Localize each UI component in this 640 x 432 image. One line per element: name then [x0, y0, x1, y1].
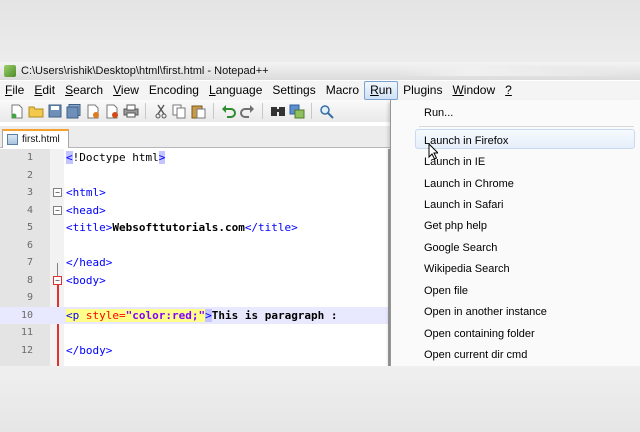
code-text: <head>	[66, 203, 106, 217]
fold-collapse-icon[interactable]: −	[53, 188, 62, 197]
fold-collapse-icon[interactable]: −	[53, 275, 62, 285]
run-menu-item-open-containing-folder[interactable]: Open containing folder	[424, 328, 535, 340]
new-file-icon[interactable]	[8, 103, 25, 120]
line-number: 5	[26, 222, 33, 233]
code-line: 5 <title>Websofttutorials.com</title>	[0, 219, 390, 236]
line-number: 7	[26, 257, 33, 268]
title-bar: C:\Users\rishik\Desktop\html\first.html …	[0, 62, 640, 80]
undo-icon[interactable]	[220, 103, 237, 120]
code-text: </body>	[66, 343, 113, 357]
run-menu-dropdown: Run... Launch in Firefox Launch in IE La…	[390, 100, 640, 366]
redo-icon[interactable]	[239, 103, 256, 120]
menu-bar: File Edit Search View Encoding Language …	[0, 81, 640, 100]
run-menu-item-run[interactable]: Run...	[424, 107, 453, 119]
zoom-icon[interactable]	[318, 103, 335, 120]
toolbar-separator	[213, 103, 214, 119]
screen-top-band	[0, 0, 640, 62]
run-menu-item-launch-safari[interactable]: Launch in Safari	[424, 199, 504, 211]
code-editor[interactable]: 1 <!Doctype html> 2 3 − <html> 4 − <head…	[0, 149, 390, 366]
menu-file[interactable]: File	[0, 82, 29, 99]
code-line: 1 <!Doctype html>	[0, 149, 390, 166]
code-line: 3 − <html>	[0, 184, 390, 201]
print-icon[interactable]	[122, 103, 139, 120]
line-number: 2	[26, 169, 33, 181]
code-text: </head>	[66, 256, 113, 269]
code-line: 11	[0, 324, 390, 341]
code-text: <title>Websofttutorials.com</title>	[66, 221, 298, 234]
find-icon[interactable]	[269, 103, 286, 120]
line-number: 12	[20, 344, 33, 356]
code-text: <p style="color:red;">This is paragraph …	[66, 308, 338, 322]
menu-settings[interactable]: Settings	[267, 82, 320, 99]
notepad-app-icon	[4, 65, 16, 77]
close-all-icon[interactable]	[103, 103, 120, 120]
code-text: <body>	[66, 273, 106, 287]
toolbar-separator	[311, 103, 312, 119]
code-line: 2	[0, 167, 390, 184]
menu-plugins[interactable]: Plugins	[398, 82, 447, 99]
menu-help[interactable]: ?	[500, 82, 517, 99]
paste-icon[interactable]	[190, 103, 207, 120]
line-number: 9	[26, 292, 33, 303]
line-number: 11	[20, 327, 33, 338]
run-menu-item-open-dir-cmd[interactable]: Open current dir cmd	[424, 349, 527, 361]
copy-icon[interactable]	[171, 103, 188, 120]
toolbar-separator	[145, 103, 146, 119]
save-all-icon[interactable]	[65, 103, 82, 120]
code-text: <html>	[66, 186, 106, 199]
code-line: 8 − <body>	[0, 272, 390, 289]
toolbar-separator	[262, 103, 263, 119]
run-menu-item-open-file[interactable]: Open file	[424, 285, 468, 297]
mouse-cursor-icon	[428, 143, 438, 160]
close-file-icon[interactable]	[84, 103, 101, 120]
screen-bottom-band	[0, 366, 640, 432]
menu-view[interactable]: View	[108, 82, 144, 99]
code-line: 7 </head>	[0, 254, 390, 271]
run-menu-item-launch-chrome[interactable]: Launch in Chrome	[424, 178, 514, 190]
menu-macro[interactable]: Macro	[321, 82, 364, 99]
cut-icon[interactable]	[152, 103, 169, 120]
menu-language[interactable]: Language	[204, 82, 267, 99]
line-number: 6	[26, 239, 33, 251]
code-line: 6	[0, 237, 390, 254]
line-number: 8	[26, 274, 33, 286]
tab-first-html[interactable]: first.html	[2, 129, 69, 148]
menu-encoding[interactable]: Encoding	[144, 82, 204, 99]
line-number: 1	[26, 152, 33, 163]
notepad-plus-plus-window: C:\Users\rishik\Desktop\html\first.html …	[0, 62, 640, 366]
menu-separator	[419, 126, 634, 127]
menu-run[interactable]: Run	[364, 81, 399, 100]
line-number: 4	[26, 204, 33, 216]
save-icon[interactable]	[46, 103, 63, 120]
menu-window[interactable]: Window	[447, 82, 500, 99]
open-folder-icon[interactable]	[27, 103, 44, 120]
code-line: 4 − <head>	[0, 202, 390, 219]
fold-collapse-icon[interactable]: −	[53, 205, 62, 215]
run-menu-item-google-search[interactable]: Google Search	[424, 242, 497, 254]
run-menu-item-php-help[interactable]: Get php help	[424, 220, 487, 232]
code-line-current: 10 <p style="color:red;">This is paragra…	[0, 306, 390, 324]
line-number: 3	[26, 187, 33, 198]
run-menu-item-wikipedia-search[interactable]: Wikipedia Search	[424, 263, 510, 275]
window-title: C:\Users\rishik\Desktop\html\first.html …	[21, 65, 269, 77]
menu-edit[interactable]: Edit	[29, 82, 60, 99]
blurred-title-area	[400, 66, 630, 76]
replace-icon[interactable]	[288, 103, 305, 120]
run-menu-item-open-another-instance[interactable]: Open in another instance	[424, 306, 547, 318]
tab-bar: first.html	[0, 126, 390, 148]
code-text: <!Doctype html>	[66, 151, 166, 164]
toolbar	[0, 100, 390, 122]
menu-search[interactable]: Search	[60, 82, 108, 99]
tab-label: first.html	[22, 134, 60, 145]
line-number: 10	[20, 309, 33, 321]
file-tab-icon	[7, 134, 18, 145]
code-line: 9	[0, 289, 390, 306]
code-line: 12 </body>	[0, 342, 390, 359]
